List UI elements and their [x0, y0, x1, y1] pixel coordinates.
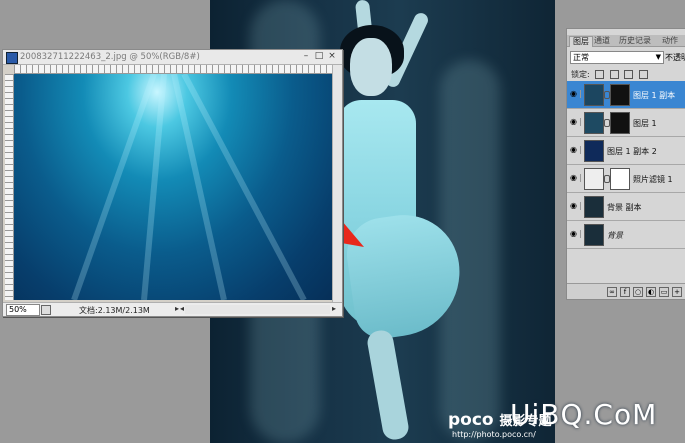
document-window[interactable]: 200832711222463_2.jpg @ 50%(RGB/8#) – □ … — [2, 49, 343, 317]
watermark-poco-logo: poco — [448, 410, 494, 430]
underwater-image[interactable] — [14, 72, 332, 302]
eye-icon[interactable]: ◉ — [570, 118, 581, 126]
eye-icon[interactable]: ◉ — [570, 202, 581, 210]
layer-mask-thumbnail[interactable] — [610, 112, 630, 134]
layer-row[interactable]: ◉ 照片滤镜 1 — [567, 165, 685, 193]
maximize-icon[interactable]: □ — [314, 52, 324, 61]
eye-icon[interactable]: ◉ — [570, 230, 581, 238]
layer-thumbnail — [584, 196, 604, 218]
layer-name: 图层 1 副本 2 — [607, 147, 657, 156]
lock-label: 锁定: — [571, 70, 590, 79]
blend-mode-value: 正常 — [573, 53, 589, 62]
layer-thumbnail — [584, 84, 604, 106]
chevron-down-icon: ▼ — [655, 53, 661, 61]
blend-mode-select[interactable]: 正常 ▼ — [570, 51, 664, 64]
tab-actions[interactable]: 动作 — [659, 36, 681, 46]
panel-bottom-bar: ∞ f ○ ◐ ▭ + — [567, 283, 685, 299]
layer-thumbnail — [584, 112, 604, 134]
layer-thumbnail — [584, 140, 604, 162]
document-titlebar[interactable]: 200832711222463_2.jpg @ 50%(RGB/8#) – □ … — [3, 50, 342, 65]
figure-head — [350, 38, 392, 96]
layer-mask-thumbnail[interactable] — [610, 84, 630, 106]
opacity-label: 不透明 — [665, 53, 685, 62]
layer-row[interactable]: ◉ 图层 1 — [567, 109, 685, 137]
photoshop-icon — [6, 52, 18, 64]
zoom-field[interactable]: 50% — [6, 304, 40, 316]
layer-thumbnail — [584, 224, 604, 246]
tab-history[interactable]: 历史记录 — [616, 36, 654, 46]
tab-layers[interactable]: 图层 — [569, 36, 593, 47]
lock-all-icon[interactable] — [638, 70, 648, 79]
layer-name: 背景 — [607, 231, 623, 240]
ruler-vertical[interactable] — [5, 74, 14, 300]
document-title: 200832711222463_2.jpg @ 50%(RGB/8#) — [20, 52, 200, 62]
light-rays — [71, 72, 307, 302]
watermark-url: http://photo.poco.cn/ — [452, 430, 536, 439]
link-icon[interactable]: ∞ — [607, 287, 617, 297]
group-icon[interactable]: ▭ — [659, 287, 669, 297]
lock-position-icon[interactable] — [624, 70, 634, 79]
lock-transparent-icon[interactable] — [595, 70, 605, 79]
vertical-scrollbar[interactable] — [332, 65, 342, 303]
minimize-icon[interactable]: – — [301, 52, 311, 61]
layer-name: 图层 1 — [633, 119, 657, 128]
watermark-poco: poco 摄影专题 — [448, 410, 552, 430]
adjustment-icon[interactable]: ◐ — [646, 287, 656, 297]
layer-name: 照片滤镜 1 — [633, 175, 673, 184]
layer-row[interactable]: ◉ 图层 1 副本 2 — [567, 137, 685, 165]
layer-row[interactable]: ◉ 背景 副本 — [567, 193, 685, 221]
lock-pixels-icon[interactable] — [609, 70, 619, 79]
layer-row[interactable]: ◉ 图层 1 副本 — [567, 81, 685, 109]
layer-name: 图层 1 副本 — [633, 91, 676, 100]
status-arrow-icon[interactable]: ▸ — [175, 304, 179, 313]
mask-icon[interactable]: ○ — [633, 287, 643, 297]
layers-panel[interactable]: 图层 通道 历史记录 动作 正常 ▼ 不透明 锁定: ◉ 图层 1 副本 ◉ 图… — [566, 28, 685, 300]
eye-icon[interactable]: ◉ — [570, 174, 581, 182]
figure-leg — [365, 328, 411, 442]
watermark-poco-cn: 摄影专题 — [499, 414, 552, 429]
scroll-left-icon[interactable]: ◂ — [180, 304, 184, 313]
document-statusbar: 50% 文档:2.13M/2.13M ▸ ◂ ▸ — [3, 302, 342, 316]
horizontal-scrollbar[interactable] — [185, 305, 330, 314]
adjustment-thumbnail — [584, 168, 604, 190]
eye-icon[interactable]: ◉ — [570, 146, 581, 154]
status-info-icon[interactable] — [41, 305, 51, 315]
lock-row: 锁定: — [571, 69, 648, 80]
fx-icon[interactable]: f — [620, 287, 630, 297]
tab-channels[interactable]: 通道 — [591, 36, 613, 46]
layer-row[interactable]: ◉ 背景 — [567, 221, 685, 249]
new-layer-icon[interactable]: + — [672, 287, 682, 297]
panel-tabs: 图层 通道 历史记录 动作 — [567, 35, 685, 47]
close-icon[interactable]: × — [327, 52, 337, 61]
document-size-info: 文档:2.13M/2.13M — [79, 306, 150, 315]
layer-mask-thumbnail[interactable] — [610, 168, 630, 190]
scroll-right-icon[interactable]: ▸ — [332, 304, 336, 313]
ruler-horizontal[interactable] — [14, 65, 332, 74]
eye-icon[interactable]: ◉ — [570, 90, 581, 98]
layer-name: 背景 副本 — [607, 203, 642, 212]
